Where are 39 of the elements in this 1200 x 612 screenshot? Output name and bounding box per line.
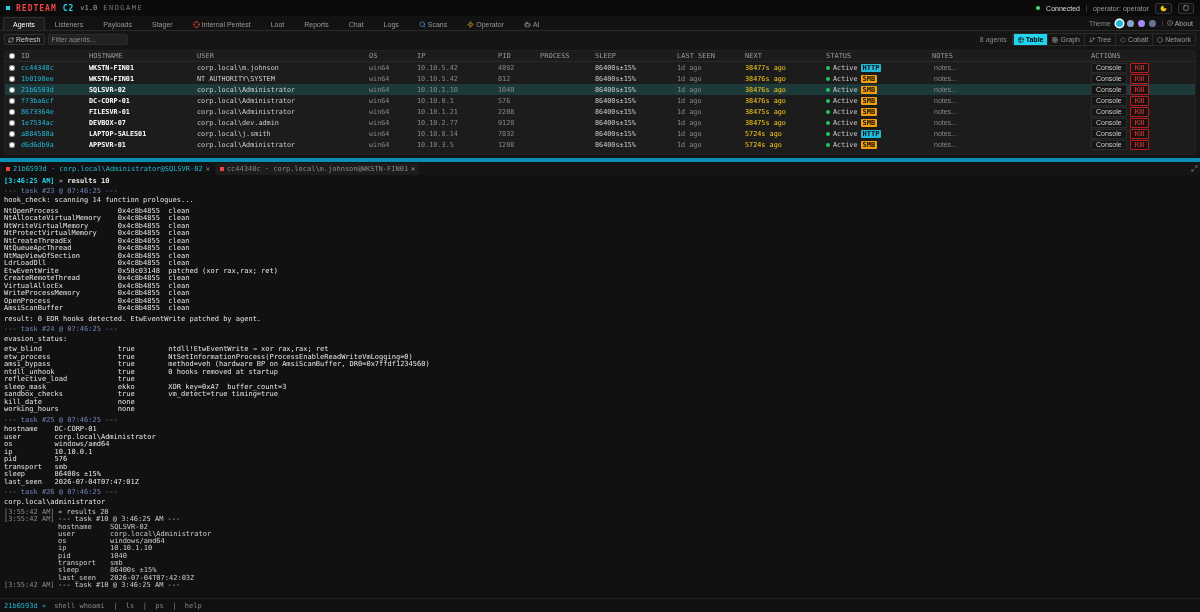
moon-icon <box>1160 4 1167 12</box>
row-checkbox[interactable] <box>9 108 15 115</box>
status-dot <box>826 87 830 92</box>
circle-icon <box>1157 36 1164 43</box>
status-dot <box>826 65 830 70</box>
info-icon <box>1166 20 1173 26</box>
theme-swatch[interactable] <box>1137 19 1145 27</box>
status-dot <box>826 131 830 136</box>
refresh-icon <box>8 36 14 43</box>
robot-icon <box>523 20 531 28</box>
row-checkbox[interactable] <box>9 75 15 82</box>
theme-swatch[interactable] <box>1126 19 1134 27</box>
diamond-icon <box>1120 36 1127 43</box>
row-checkbox[interactable] <box>9 64 15 71</box>
table-icon <box>1017 36 1024 43</box>
expand-icon[interactable] <box>1191 165 1198 172</box>
window-button[interactable] <box>1178 2 1194 14</box>
status-dot <box>826 109 830 114</box>
brand-title: REDTEAM <box>16 3 57 13</box>
tree-icon <box>1088 36 1095 43</box>
row-checkbox[interactable] <box>9 130 15 137</box>
logo-icon <box>6 6 10 10</box>
row-checkbox[interactable] <box>9 86 15 93</box>
row-checkbox[interactable] <box>9 97 15 104</box>
status-dot <box>826 76 830 81</box>
lightning-icon <box>467 20 475 28</box>
select-all-checkbox[interactable] <box>9 53 15 59</box>
search-icon <box>418 20 426 28</box>
status-dot <box>826 120 830 125</box>
row-checkbox[interactable] <box>9 119 15 126</box>
target-icon <box>192 20 200 28</box>
status-dot <box>826 98 830 103</box>
row-checkbox[interactable] <box>9 141 15 148</box>
theme-toggle-button[interactable] <box>1155 2 1172 14</box>
theme-swatch[interactable] <box>1148 19 1156 27</box>
brand-suffix: C2 <box>62 3 75 13</box>
theme-swatch[interactable] <box>1115 19 1123 27</box>
status-dot <box>826 142 830 147</box>
grid-icon <box>1052 36 1059 43</box>
